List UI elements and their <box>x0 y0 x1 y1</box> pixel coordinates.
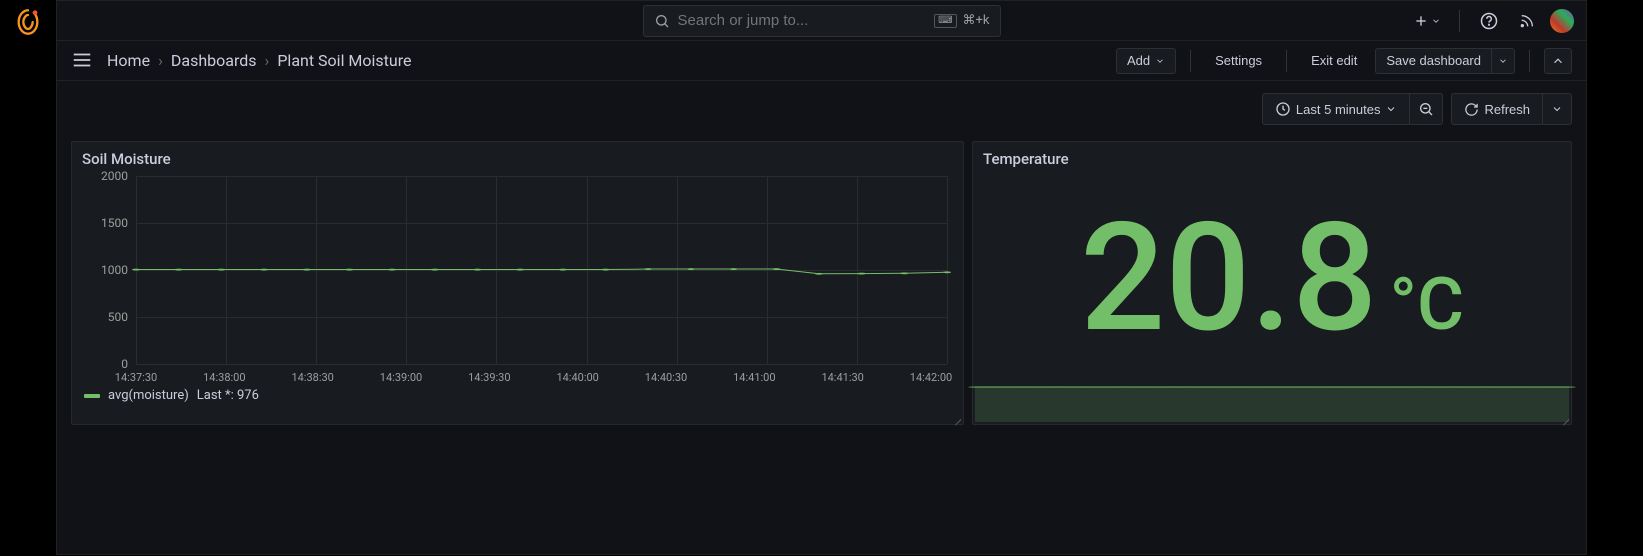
refresh-label: Refresh <box>1484 102 1530 117</box>
main-area: ⌨ ⌘+k Home <box>56 0 1587 555</box>
breadcrumb-bar: Home › Dashboards › Plant Soil Moisture … <box>57 41 1586 81</box>
breadcrumb-left: Home › Dashboards › Plant Soil Moisture <box>71 49 411 73</box>
refresh-interval-button[interactable] <box>1543 93 1572 125</box>
resize-handle[interactable] <box>1559 412 1569 422</box>
x-tick-label: 14:38:30 <box>291 371 333 384</box>
chevron-down-icon <box>1551 103 1563 115</box>
topbar: ⌨ ⌘+k <box>57 1 1586 41</box>
search-input[interactable] <box>678 12 935 29</box>
breadcrumb: Home › Dashboards › Plant Soil Moisture <box>107 51 411 70</box>
chevron-down-icon <box>1155 56 1165 66</box>
divider <box>1190 50 1191 72</box>
search-box[interactable]: ⌨ ⌘+k <box>643 5 1001 37</box>
legend-stat: Last *: 976 <box>197 388 259 403</box>
legend-swatch <box>84 394 100 398</box>
settings-button[interactable]: Settings <box>1205 48 1272 73</box>
x-tick-label: 14:40:30 <box>645 371 687 384</box>
kbd-hint: ⌨ ⌘+k <box>934 13 989 28</box>
chevron-right-icon: › <box>265 51 270 70</box>
grafana-logo-icon[interactable] <box>14 8 42 36</box>
search-container: ⌨ ⌘+k <box>643 5 1001 37</box>
collapse-button[interactable] <box>1544 48 1572 74</box>
chevron-down-icon <box>1498 56 1508 66</box>
chevron-up-icon <box>1551 54 1565 68</box>
y-tick-label: 2000 <box>72 169 128 183</box>
panel-soil-moisture[interactable]: Soil Moisture 0 500 1000 1500 2000 14:37:30 1… <box>71 141 964 425</box>
y-tick-label: 1000 <box>72 263 128 277</box>
controls-bar: Last 5 minutes Refresh <box>57 81 1586 133</box>
chevron-down-icon <box>1385 103 1397 115</box>
y-tick-label: 0 <box>72 357 128 371</box>
panel-title: Temperature <box>973 142 1571 172</box>
x-tick-label: 14:42:00 <box>910 371 952 384</box>
refresh-group: Refresh <box>1451 93 1572 125</box>
zoom-out-icon <box>1418 101 1434 117</box>
x-tick-label: 14:39:30 <box>468 371 510 384</box>
save-dashboard-dropdown[interactable] <box>1491 48 1515 74</box>
breadcrumb-right: Add Settings Exit edit Save dashboard <box>1116 48 1572 74</box>
x-tick-label: 14:41:00 <box>733 371 775 384</box>
menu-toggle-button[interactable] <box>71 49 95 73</box>
panel-title: Soil Moisture <box>72 142 963 172</box>
resize-handle[interactable] <box>951 412 961 422</box>
temperature-sparkline <box>975 384 1569 422</box>
add-new-button[interactable] <box>1409 6 1445 36</box>
left-rail <box>0 0 56 556</box>
clock-icon <box>1275 101 1291 117</box>
breadcrumb-current: Plant Soil Moisture <box>277 51 411 70</box>
temperature-value-wrap: 20.8 °C <box>973 172 1571 384</box>
save-group: Save dashboard <box>1375 48 1515 74</box>
temperature-number: 20.8 <box>1080 203 1377 353</box>
save-dashboard-button[interactable]: Save dashboard <box>1375 48 1491 74</box>
x-tick-label: 14:38:00 <box>203 371 245 384</box>
topbar-right <box>1409 6 1574 36</box>
breadcrumb-dashboards[interactable]: Dashboards <box>171 51 257 70</box>
chevron-right-icon: › <box>158 51 163 70</box>
panel-temperature[interactable]: Temperature 20.8 °C <box>972 141 1572 425</box>
kbd-shortcut: ⌘+k <box>963 13 990 28</box>
keyboard-icon: ⌨ <box>934 14 956 28</box>
time-range-label: Last 5 minutes <box>1296 102 1381 117</box>
breadcrumb-home[interactable]: Home <box>107 51 150 70</box>
chevron-down-icon <box>1431 16 1441 26</box>
legend-name: avg(moisture) <box>108 388 189 403</box>
divider <box>1529 50 1530 72</box>
avatar[interactable] <box>1550 9 1574 33</box>
x-tick-label: 14:37:30 <box>115 371 157 384</box>
y-tick-label: 500 <box>72 310 128 324</box>
x-tick-label: 14:41:30 <box>821 371 863 384</box>
y-tick-label: 1500 <box>72 216 128 230</box>
exit-edit-button[interactable]: Exit edit <box>1301 48 1367 73</box>
time-range-group: Last 5 minutes <box>1262 93 1444 125</box>
zoom-out-button[interactable] <box>1410 93 1443 125</box>
news-button[interactable] <box>1512 6 1542 36</box>
moisture-legend[interactable]: avg(moisture) Last *: 976 <box>72 382 963 409</box>
add-button-label: Add <box>1127 53 1150 68</box>
temperature-unit: °C <box>1389 269 1464 341</box>
panels-row: Soil Moisture 0 500 1000 1500 2000 14:37:30 1… <box>57 133 1586 433</box>
x-tick-label: 14:39:00 <box>380 371 422 384</box>
add-button[interactable]: Add <box>1116 48 1176 74</box>
divider <box>1459 10 1460 32</box>
moisture-chart: 0 500 1000 1500 2000 14:37:30 14:38:00 14:38:3… <box>72 172 963 382</box>
temperature-value: 20.8 °C <box>1080 203 1464 353</box>
divider <box>1286 50 1287 72</box>
refresh-icon <box>1464 102 1479 117</box>
time-range-button[interactable]: Last 5 minutes <box>1262 93 1411 125</box>
x-tick-label: 14:40:00 <box>556 371 598 384</box>
help-button[interactable] <box>1474 6 1504 36</box>
refresh-button[interactable]: Refresh <box>1451 93 1543 125</box>
moisture-line <box>136 176 947 364</box>
search-icon <box>654 13 670 29</box>
